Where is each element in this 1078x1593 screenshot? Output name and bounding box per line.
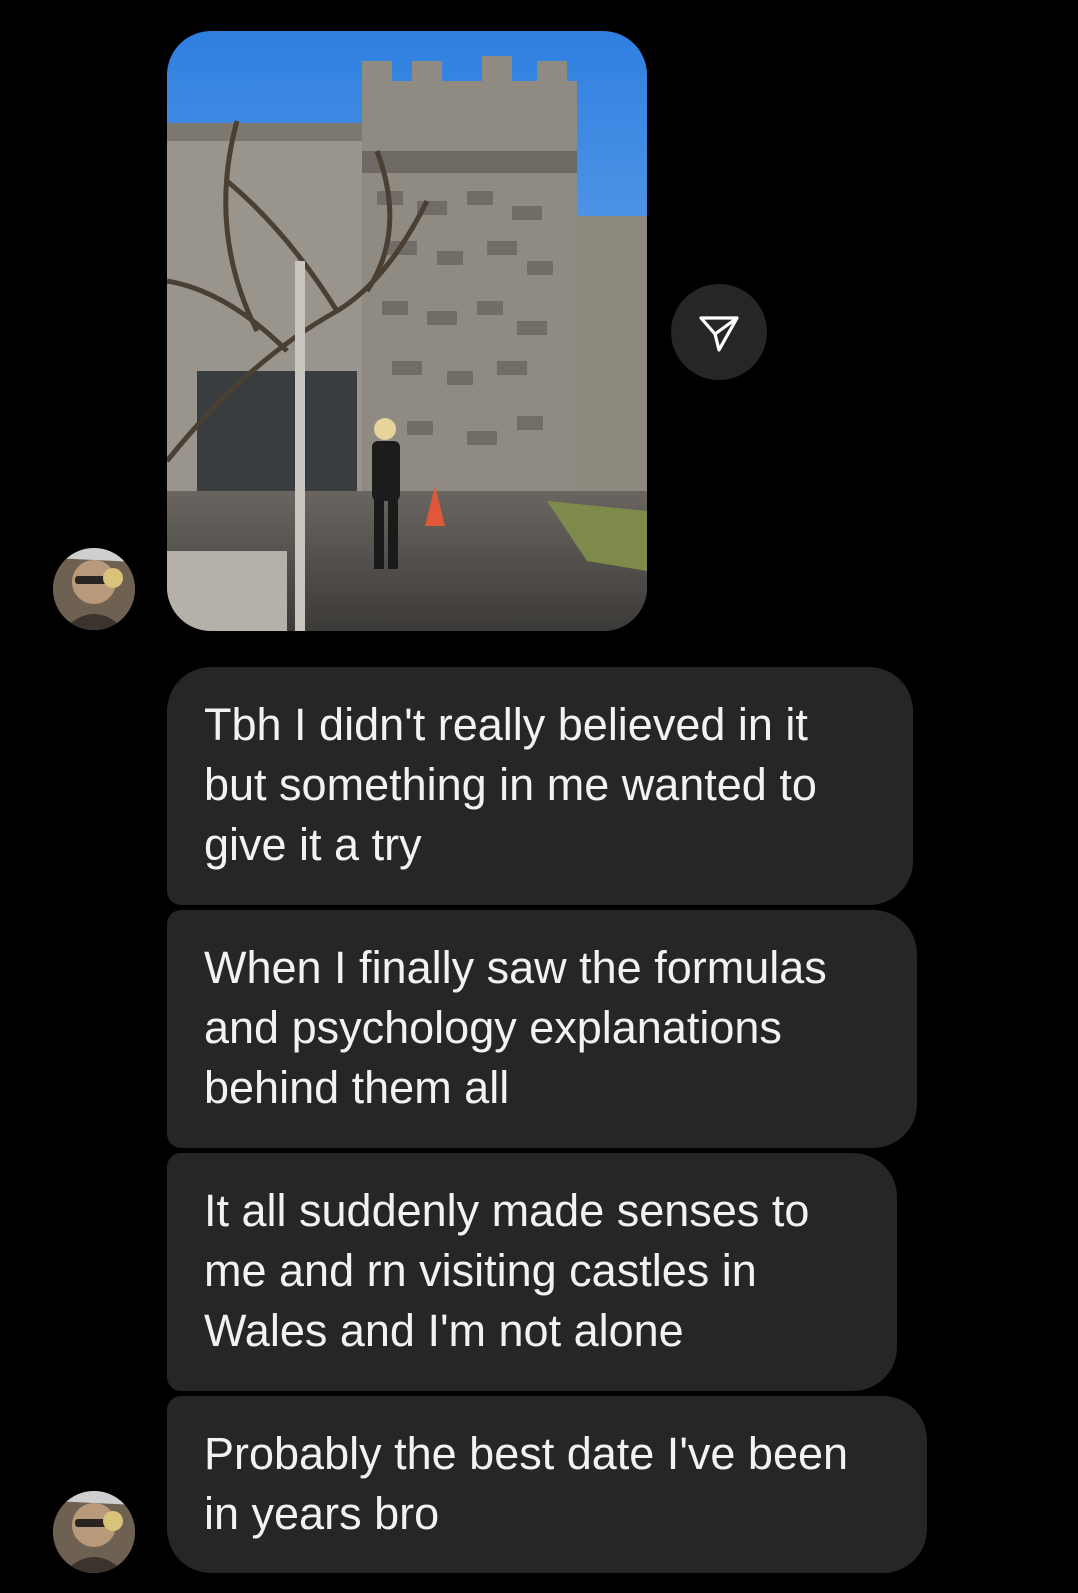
- shared-photo[interactable]: [167, 31, 647, 631]
- castle-photo: [167, 31, 647, 631]
- sender-avatar[interactable]: [53, 1491, 135, 1573]
- message-bubble[interactable]: When I finally saw the formulas and psyc…: [167, 910, 917, 1148]
- avatar-image: [53, 548, 135, 630]
- paper-plane-icon: [699, 316, 739, 352]
- message-bubble[interactable]: Probably the best date I've been in year…: [167, 1396, 927, 1573]
- sender-avatar[interactable]: [53, 548, 135, 630]
- message-bubble[interactable]: It all suddenly made senses to me and rn…: [167, 1153, 897, 1391]
- message-bubble[interactable]: Tbh I didn't really believed in it but s…: [167, 667, 913, 905]
- avatar-image: [53, 1491, 135, 1573]
- share-button[interactable]: [671, 284, 767, 380]
